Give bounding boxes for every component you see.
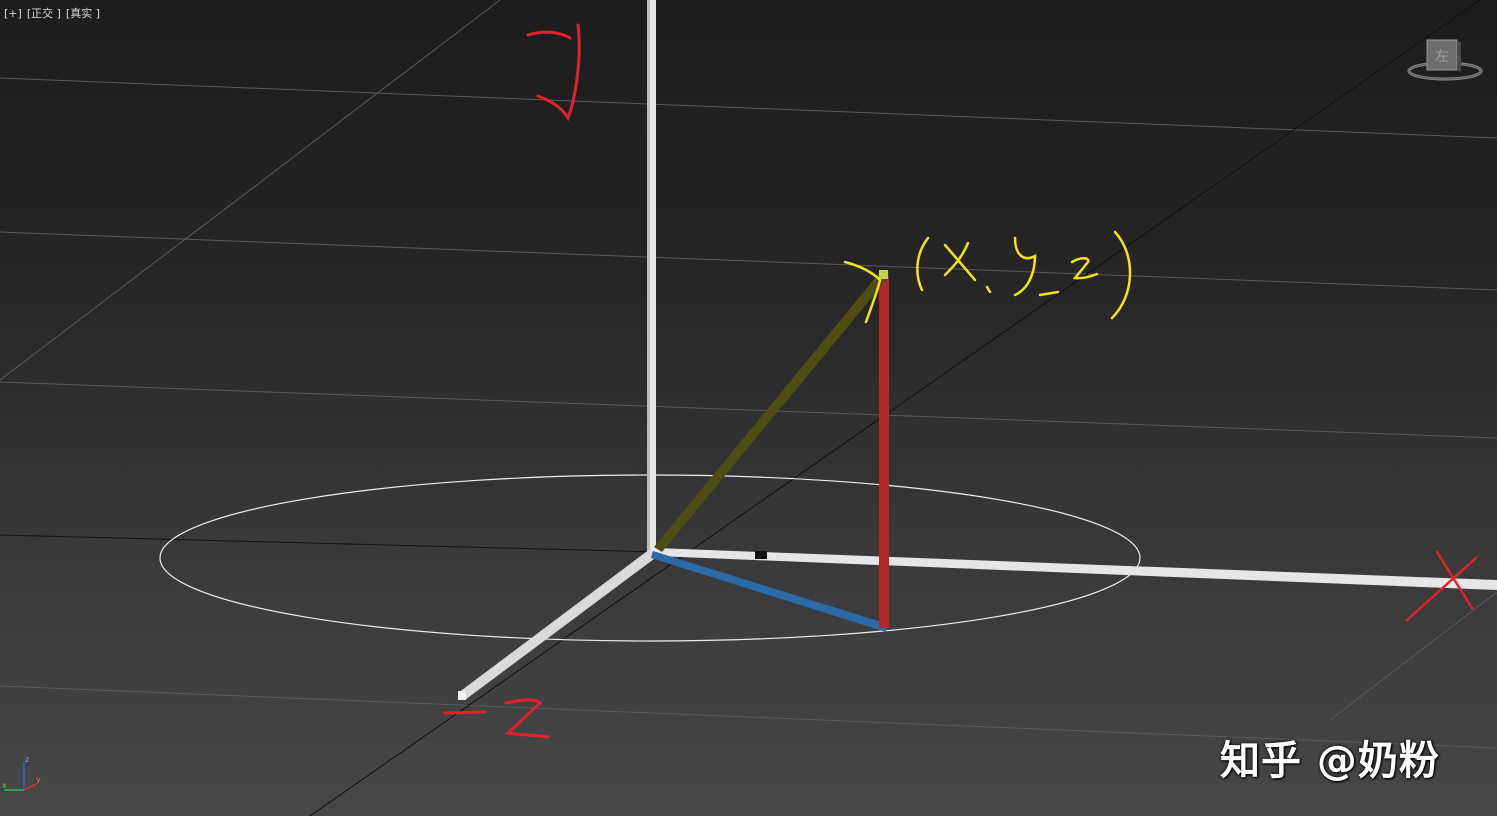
viewcube-face-label: 左 xyxy=(1435,49,1449,65)
z-axis-end xyxy=(458,691,466,700)
point-marker xyxy=(879,270,888,279)
3d-viewport[interactable] xyxy=(0,0,1497,816)
y-axis xyxy=(647,0,656,553)
viewport-label[interactable]: [+] [正交 ] [真实 ] xyxy=(4,5,105,21)
annotation-y xyxy=(526,23,581,122)
height-vector xyxy=(879,276,889,628)
x-axis xyxy=(656,548,1497,590)
z-axis xyxy=(458,549,658,700)
triad-z-label: z xyxy=(25,755,29,764)
triad-x-label: x xyxy=(2,781,7,790)
axis-triad: z x y xyxy=(2,755,41,791)
position-vector xyxy=(654,272,888,552)
viewport-menu-plus[interactable]: [+] xyxy=(4,7,22,20)
viewport-shading-mode[interactable]: [真实 ] xyxy=(66,7,100,20)
viewport-projection-mode[interactable]: [正交 ] xyxy=(27,7,61,20)
triad-y-label: y xyxy=(36,775,41,784)
grid-lines xyxy=(0,0,1497,816)
x-axis-shadow-mark xyxy=(755,551,767,559)
watermark: 知乎 @奶粉 xyxy=(1220,738,1440,784)
triad-y-axis xyxy=(23,783,37,791)
viewcube[interactable]: 左 xyxy=(1405,38,1485,86)
